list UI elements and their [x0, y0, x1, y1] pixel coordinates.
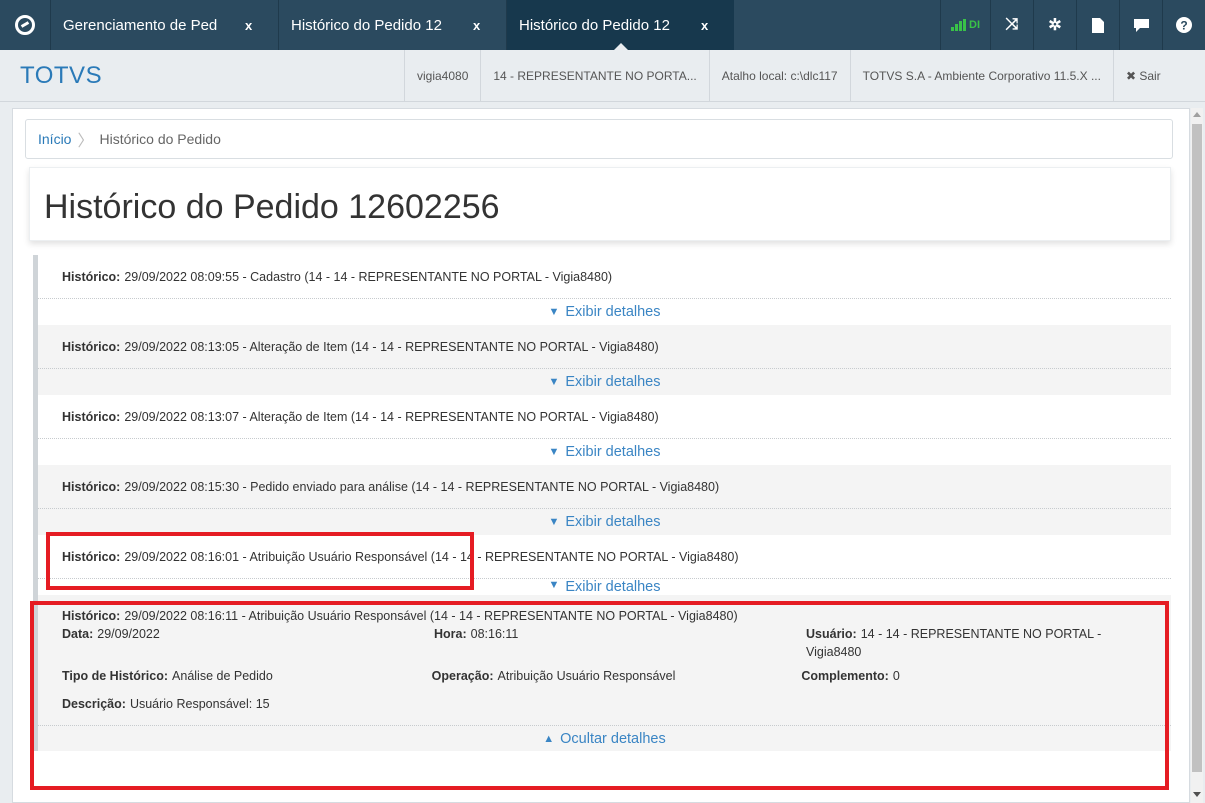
- caret-down-icon: ▼: [548, 306, 560, 318]
- show-details-label: Exibir detalhes: [565, 444, 661, 460]
- tab-order-management[interactable]: Gerenciamento de Ped x: [50, 0, 278, 50]
- tab-close-icon[interactable]: x: [701, 18, 708, 33]
- tab-order-history-2[interactable]: Histórico do Pedido 12 x: [506, 0, 734, 51]
- caret-down-icon: ▼: [548, 376, 560, 388]
- tab-label: Histórico do Pedido 12: [291, 16, 442, 34]
- caret-down-icon: ▼: [548, 579, 560, 591]
- history-label: Histórico:: [62, 609, 121, 623]
- show-details-link[interactable]: ▼ Exibir detalhes: [38, 299, 1171, 325]
- menu-logo-button[interactable]: [0, 0, 50, 50]
- history-item: Histórico: 29/09/2022 08:13:05 - Alteraçã…: [38, 325, 1171, 395]
- history-item: Histórico: 29/09/2022 08:15:30 - Pedido e…: [38, 465, 1171, 535]
- show-details-label: Exibir detalhes: [565, 514, 661, 530]
- history-item: Histórico: 29/09/2022 08:13:07 - Alteraçã…: [38, 395, 1171, 465]
- chat-icon[interactable]: [1119, 0, 1162, 50]
- detail-value: Usuário Responsável: 15: [129, 697, 270, 711]
- scroll-up-icon[interactable]: [1193, 112, 1201, 117]
- signal-label: DI: [969, 19, 980, 31]
- tab-order-history-1[interactable]: Histórico do Pedido 12 x: [278, 0, 506, 50]
- detail-label: Operação:: [431, 669, 494, 683]
- detail-label: Usuário:: [806, 627, 857, 641]
- detail-value: 08:16:11: [470, 627, 519, 641]
- history-label: Histórico:: [62, 409, 121, 424]
- detail-date: Data: 29/09/2022: [62, 627, 434, 669]
- brand-logo[interactable]: TOTVS: [0, 50, 404, 101]
- history-item-expanded: Histórico: 29/09/2022 08:16:11 - Atribuiç…: [38, 595, 1171, 751]
- history-text: 29/09/2022 08:15:30 - Pedido enviado par…: [124, 479, 720, 494]
- hide-details-label: Ocultar detalhes: [560, 730, 666, 747]
- info-bar: TOTVS vigia4080 14 - REPRESENTANTE NO PO…: [0, 50, 1205, 102]
- environment-info[interactable]: TOTVS S.A - Ambiente Corporativo 11.5.X …: [849, 50, 1113, 101]
- history-label: Histórico:: [62, 339, 121, 354]
- show-details-link[interactable]: ▼ Exibir detalhes: [38, 509, 1171, 535]
- history-details: Data: 29/09/2022 Hora: 08:16:11 Usuário: 14…: [38, 627, 1171, 717]
- history-text: 29/09/2022 08:13:07 - Alteração de Item …: [124, 409, 659, 424]
- breadcrumb-separator: 〉: [77, 133, 94, 150]
- main-content: Início 〉 Histórico do Pedido Histórico d…: [12, 108, 1190, 803]
- detail-label: Tipo de Histórico:: [62, 669, 169, 683]
- tab-close-icon[interactable]: x: [473, 18, 480, 33]
- show-details-link[interactable]: ▼ Exibir detalhes: [38, 369, 1171, 395]
- history-label: Histórico:: [62, 269, 121, 284]
- top-bar: Gerenciamento de Ped x Histórico do Pedi…: [0, 0, 1205, 51]
- user-info[interactable]: vigia4080: [404, 50, 480, 101]
- breadcrumb-current: Histórico do Pedido: [99, 131, 221, 147]
- exit-button[interactable]: ✖ Sair: [1112, 50, 1173, 101]
- caret-down-icon: ▼: [548, 446, 560, 458]
- history-list: Histórico: 29/09/2022 08:09:55 - Cadastro…: [33, 255, 1173, 751]
- tab-label: Histórico do Pedido 12: [519, 16, 670, 34]
- tab-label: Gerenciamento de Ped: [63, 16, 218, 34]
- svg-text:?: ?: [1180, 19, 1187, 33]
- show-details-label: Exibir detalhes: [565, 374, 661, 390]
- breadcrumb: Início 〉 Histórico do Pedido: [25, 119, 1173, 159]
- scroll-down-icon[interactable]: [1193, 792, 1201, 797]
- show-details-link[interactable]: ▼ Exibir detalhes: [38, 439, 1171, 465]
- help-icon[interactable]: ?: [1162, 0, 1205, 50]
- detail-label: Complemento:: [801, 669, 889, 683]
- history-text: 29/09/2022 08:16:11 - Atribuição Usuário…: [124, 609, 738, 623]
- detail-operation: Operação: Atribuição Usuário Responsável: [432, 669, 802, 697]
- shortcut-info[interactable]: Atalho local: c:\dlc117: [708, 50, 850, 101]
- show-details-label: Exibir detalhes: [565, 579, 661, 595]
- history-label: Histórico:: [62, 549, 121, 564]
- caret-down-icon: ▼: [548, 516, 560, 528]
- history-label: Histórico:: [62, 479, 121, 494]
- show-details-label: Exibir detalhes: [565, 304, 661, 320]
- history-text: 29/09/2022 08:13:05 - Alteração de Item …: [124, 339, 659, 354]
- signal-icon[interactable]: DI: [940, 0, 990, 50]
- detail-value: 0: [892, 669, 900, 683]
- breadcrumb-home-link[interactable]: Início: [38, 131, 71, 147]
- detail-user: Usuário: 14 - 14 - REPRESENTANTE NO PORTA…: [806, 625, 1146, 669]
- history-text: 29/09/2022 08:09:55 - Cadastro (14 - 14 …: [124, 269, 613, 284]
- detail-value: Atribuição Usuário Responsável: [497, 669, 676, 683]
- detail-label: Descrição:: [62, 697, 126, 711]
- history-item: Histórico: 29/09/2022 08:16:01 - Atribuiç…: [38, 535, 1171, 595]
- history-text: 29/09/2022 08:16:01 - Atribuição Usuário…: [124, 549, 739, 564]
- document-icon[interactable]: [1076, 0, 1119, 50]
- detail-value: 29/09/2022: [97, 627, 160, 641]
- tab-close-icon[interactable]: x: [245, 18, 252, 33]
- detail-value: Análise de Pedido: [172, 669, 273, 683]
- show-details-link[interactable]: ▼ Exibir detalhes: [38, 579, 1171, 595]
- page-title-card: Histórico do Pedido 12602256: [29, 167, 1171, 241]
- history-item: Histórico: 29/09/2022 08:09:55 - Cadastro…: [38, 255, 1171, 325]
- detail-label: Data:: [62, 627, 94, 641]
- gear-icon[interactable]: ✲: [1033, 0, 1076, 50]
- detail-description: Descrição: Usuário Responsável: 15: [62, 697, 434, 717]
- representative-info[interactable]: 14 - REPRESENTANTE NO PORTA...: [480, 50, 708, 101]
- caret-up-icon: ▲: [543, 732, 555, 745]
- detail-label: Hora:: [434, 627, 467, 641]
- detail-history-type: Tipo de Histórico: Análise de Pedido: [62, 669, 432, 697]
- totvs-logo-icon: [15, 15, 35, 35]
- shuffle-icon[interactable]: ⤨: [990, 0, 1033, 50]
- scroll-thumb[interactable]: [1192, 124, 1202, 772]
- vertical-scrollbar[interactable]: [1191, 108, 1203, 803]
- page-title: Histórico do Pedido 12602256: [44, 188, 500, 226]
- hide-details-link[interactable]: ▲ Ocultar detalhes: [38, 725, 1171, 751]
- detail-complement: Complemento: 0: [801, 669, 1171, 697]
- detail-time: Hora: 08:16:11: [434, 627, 806, 669]
